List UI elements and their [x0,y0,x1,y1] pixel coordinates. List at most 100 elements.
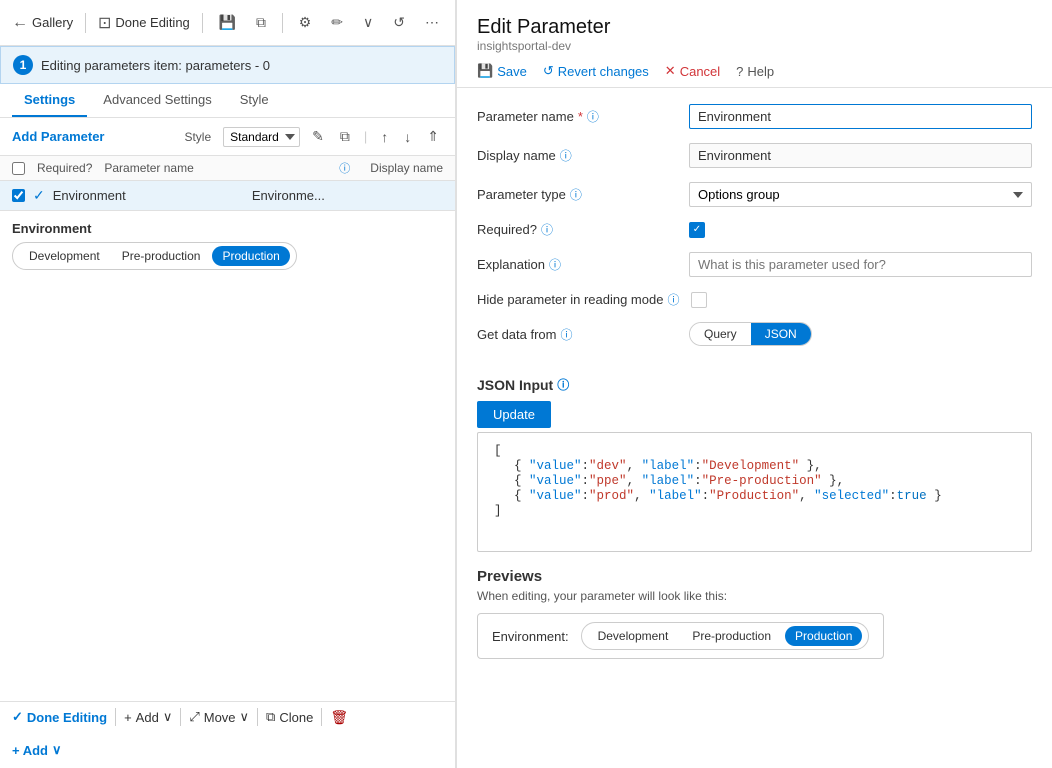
param-name-header: Parameter name [104,161,331,175]
gallery-button[interactable]: ← Gallery [12,14,73,32]
copy-icon-button[interactable]: ⧉ [252,12,270,33]
settings-tabs: Settings Advanced Settings Style [0,84,455,118]
toolbar-divider-1 [85,13,86,33]
json-line-3: { "value":"ppe", "label":"Pre-production… [494,474,1015,488]
up-icon-button[interactable]: ↑ [377,127,392,147]
tab-settings[interactable]: Settings [12,84,87,117]
hide-param-info-icon[interactable]: ⓘ [667,291,679,308]
json-line-1: [ [494,444,1015,458]
json-line-2: { "value":"dev", "label":"Development" }… [494,459,1015,473]
right-subtitle: insightsportal-dev [477,39,1032,53]
preview-box: Environment: Development Pre-production … [477,613,884,659]
display-name-row: Display name ⓘ [477,143,1032,168]
required-label: Required? ⓘ [477,221,677,238]
edit-icon-button[interactable]: ✎ [308,126,328,147]
explanation-input[interactable] [689,252,1032,277]
bottom-divider-3 [257,708,258,726]
delete-button[interactable]: 🗑 [330,709,348,726]
update-button[interactable]: Update [477,401,551,428]
gear-icon-button[interactable]: ⚙ [295,12,316,33]
get-data-info-icon[interactable]: ⓘ [560,326,572,343]
param-name-label: Parameter name * ⓘ [477,108,677,125]
json-line-4: { "value":"prod", "label":"Production", … [494,489,1015,503]
env-option-production[interactable]: Production [212,246,289,266]
back-icon: ← [12,14,28,32]
chevron-down-icon-button[interactable]: ∨ [359,12,377,33]
preview-option-development[interactable]: Development [588,626,679,646]
done-editing-button[interactable]: ✓ Done Editing [12,709,107,725]
hide-param-row: Hide parameter in reading mode ⓘ [477,291,1032,308]
preview-box-label: Environment: [492,629,569,644]
explanation-info-icon[interactable]: ⓘ [549,256,561,273]
env-option-preproduction[interactable]: Pre-production [112,246,211,266]
param-type-info-icon[interactable]: ⓘ [570,186,582,203]
environment-label: Environment [12,221,443,236]
help-label: Help [747,64,774,79]
required-checkbox[interactable]: ✓ [689,222,705,238]
json-editor[interactable]: [ { "value":"dev", "label":"Development"… [477,432,1032,552]
preview-option-production[interactable]: Production [785,626,862,646]
move-up-top-icon-button[interactable]: ⇑ [423,126,443,147]
right-toolbar: 💾 Save ↺ Revert changes ✕ Cancel ? Help [477,63,1032,79]
check-icon: ✓ [33,187,45,204]
get-data-row: Get data from ⓘ Query JSON [477,322,1032,346]
environment-section: Environment Development Pre-production P… [0,211,455,270]
clone-icon: ⧉ [266,709,275,725]
pencil-icon-button[interactable]: ✏ [327,12,347,33]
table-row[interactable]: ✓ Environment Environme... [0,181,455,211]
select-all-checkbox[interactable] [12,162,25,175]
style-select[interactable]: Standard Compact [223,127,300,147]
form-section: Parameter name * ⓘ Display name ⓘ Parame… [457,88,1052,376]
display-name-info-icon[interactable]: ⓘ [560,147,572,164]
tab-advanced-settings[interactable]: Advanced Settings [91,84,223,117]
toggle-query[interactable]: Query [690,323,751,345]
hide-param-checkbox[interactable] [691,292,707,308]
move-button[interactable]: ⤢ Move ∨ [189,709,249,725]
right-title: Edit Parameter [477,16,1032,39]
environment-options: Development Pre-production Production [12,242,297,270]
display-name-input[interactable] [689,143,1032,168]
done-editing-label: Done Editing [27,710,107,725]
edit-banner-text: Editing parameters item: parameters - 0 [41,58,270,73]
save-icon: 💾 [477,63,493,79]
param-type-row: Parameter type ⓘ Options group Text Drop… [477,182,1032,207]
param-name-input[interactable] [689,104,1032,129]
down-icon-button[interactable]: ↓ [400,127,415,147]
save-button[interactable]: 💾 Save [477,63,527,79]
required-row: Required? ⓘ ✓ [477,221,1032,238]
duplicate-icon-button[interactable]: ⧉ [336,126,354,147]
toolbar-divider-2 [202,13,203,33]
vertical-divider: | [362,129,369,144]
refresh-icon-button[interactable]: ↺ [389,12,409,33]
revert-button[interactable]: ↺ Revert changes [543,63,649,79]
add-parameter-button[interactable]: Add Parameter [12,129,104,144]
info-icon-header: ⓘ [339,160,350,176]
param-type-select[interactable]: Options group Text Dropdown [689,182,1032,207]
env-option-development[interactable]: Development [19,246,110,266]
done-editing-toolbar-button[interactable]: ⊡ Done Editing [98,13,190,33]
edit-icon: ⊡ [98,13,111,33]
help-button[interactable]: ? Help [736,64,774,79]
add-button[interactable]: + Add ∨ [124,709,172,725]
toolbar: ← Gallery ⊡ Done Editing 💾 ⧉ ⚙ ✏ ∨ ↺ ⋯ [0,0,455,46]
preview-option-preproduction[interactable]: Pre-production [682,626,781,646]
tab-style[interactable]: Style [228,84,281,117]
footer-add-label: + Add [12,743,48,758]
more-icon-button[interactable]: ⋯ [421,12,443,33]
cancel-button[interactable]: ✕ Cancel [665,63,720,79]
cancel-label: Cancel [680,64,720,79]
bottom-divider-2 [180,708,181,726]
bottom-divider-1 [115,708,116,726]
revert-icon: ↺ [543,63,554,79]
clone-button[interactable]: ⧉ Clone [266,709,313,725]
toolbar-divider-3 [282,13,283,33]
footer-add[interactable]: + Add ∨ [0,732,455,768]
save-icon-button[interactable]: 💾 [215,12,240,33]
toggle-json[interactable]: JSON [751,323,811,345]
plus-icon: + [124,710,132,725]
required-star: * [578,109,583,124]
required-info-icon[interactable]: ⓘ [541,221,553,238]
row-checkbox[interactable] [12,189,25,202]
param-name-info-icon[interactable]: ⓘ [587,108,599,125]
json-label-info-icon[interactable]: ⓘ [557,376,569,393]
